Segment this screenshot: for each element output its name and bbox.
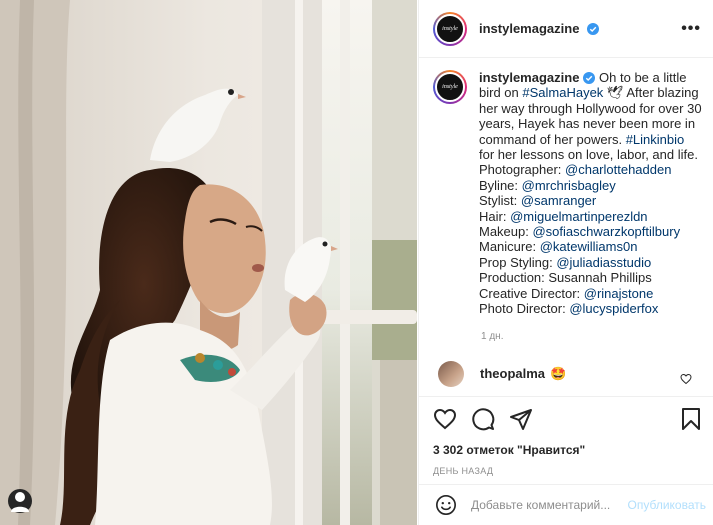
- publish-button[interactable]: Опубликовать: [628, 498, 706, 512]
- credit-line: Photographer: @charlottehadden: [479, 162, 702, 177]
- emoji-icon[interactable]: [435, 494, 457, 516]
- credit-line: Creative Director: @rinajstone: [479, 286, 702, 301]
- credit-label: Makeup:: [479, 224, 533, 240]
- credit-line: Manicure: @katewilliams0n: [479, 239, 702, 254]
- credit-label: Manicure:: [479, 239, 540, 255]
- credit-handle-link[interactable]: @samranger: [521, 193, 596, 208]
- commenter-avatar[interactable]: [438, 360, 464, 387]
- credit-handle-link[interactable]: @katewilliams0n: [540, 239, 638, 254]
- verified-badge-icon: [587, 23, 600, 35]
- comment-text: 🤩: [550, 365, 567, 381]
- author-avatar[interactable]: instyle: [433, 11, 467, 46]
- credit-label: Photographer:: [479, 162, 566, 178]
- credit-handle-link[interactable]: @mrchrisbagley: [522, 178, 616, 193]
- caption-timestamp[interactable]: 1 дн.: [481, 331, 702, 342]
- post-date[interactable]: ДЕНЬ НАЗАД: [433, 466, 702, 476]
- caption-author-avatar[interactable]: instyle: [433, 70, 467, 104]
- caption-outro: for her lessons on love, labor, and life…: [479, 147, 698, 163]
- credit-handle-link[interactable]: @rinajstone: [584, 286, 654, 301]
- comment-bubble-icon: [472, 408, 495, 431]
- post-photo[interactable]: [0, 0, 417, 525]
- post-header: instyle instylemagazine •••: [419, 0, 713, 58]
- credit-handle-link[interactable]: @sofiaschwarzkopftilbury: [532, 224, 680, 239]
- credit-label: Hair:: [479, 208, 511, 224]
- comment-like-heart-icon[interactable]: [680, 373, 692, 385]
- comment-item: theopalma 🤩: [433, 360, 702, 387]
- caption-text: instylemagazine Oh to be a little bird o…: [479, 70, 702, 317]
- credit-line: Hair: @miguelmartinperezldn: [479, 209, 702, 224]
- bookmark-icon: [682, 408, 700, 430]
- more-options-button[interactable]: •••: [681, 20, 701, 38]
- likes-count[interactable]: 3 302 отметок "Нравится": [433, 443, 702, 457]
- tagged-users-icon[interactable]: [8, 489, 32, 513]
- credit-line: Photo Director: @lucyspiderfox: [479, 301, 702, 316]
- caption-username[interactable]: instylemagazine: [479, 70, 579, 85]
- avatar-logo-text: instyle: [442, 25, 458, 32]
- caption: instyle instylemagazine Oh to be a littl…: [433, 70, 702, 317]
- credit-line: Stylist: @samranger: [479, 193, 702, 208]
- comment-input[interactable]: [471, 498, 621, 512]
- action-buttons-row: [433, 405, 702, 433]
- add-comment-bar: Опубликовать: [419, 484, 713, 525]
- like-button[interactable]: [433, 407, 457, 431]
- credit-handle-link[interactable]: @lucyspiderfox: [569, 301, 658, 316]
- hashtag-linkinbio-link[interactable]: #Linkinbio: [626, 132, 685, 147]
- credit-handle-link[interactable]: @charlottehadden: [565, 162, 671, 177]
- photo-illustration: [0, 0, 417, 525]
- save-button[interactable]: [680, 407, 702, 431]
- credit-label: Byline:: [479, 177, 522, 193]
- credit-handle-link[interactable]: @miguelmartinperezldn: [510, 209, 647, 224]
- credit-label: Prop Styling:: [479, 254, 557, 270]
- comment-button[interactable]: [471, 407, 495, 431]
- person-icon: [11, 492, 29, 512]
- credit-line: Production: Susannah Phillips: [479, 270, 702, 285]
- author-username[interactable]: instylemagazine: [479, 21, 600, 36]
- paper-plane-icon: [510, 409, 532, 430]
- credit-line: Byline: @mrchrisbagley: [479, 178, 702, 193]
- post-panel: instyle instylemagazine ••• instyle inst…: [418, 0, 713, 525]
- commenter-username[interactable]: theopalma: [480, 366, 545, 381]
- heart-icon: [433, 408, 457, 430]
- credit-label: Production: Susannah Phillips: [479, 270, 652, 286]
- post-actions: 3 302 отметок "Нравится" ДЕНЬ НАЗАД: [419, 396, 713, 476]
- caption-scroll-area[interactable]: instyle instylemagazine Oh to be a littl…: [419, 70, 713, 396]
- credit-line: Prop Styling: @juliadiasstudio: [479, 255, 702, 270]
- caption-verified-badge-icon: [583, 72, 596, 84]
- credit-handle-link[interactable]: @juliadiasstudio: [556, 255, 651, 270]
- credit-label: Creative Director:: [479, 285, 584, 301]
- credit-line: Makeup: @sofiaschwarzkopftilbury: [479, 224, 702, 239]
- share-button[interactable]: [509, 407, 533, 431]
- caption-avatar-logo-text: instyle: [442, 84, 458, 90]
- credit-label: Stylist:: [479, 193, 521, 209]
- credit-label: Photo Director:: [479, 301, 570, 317]
- hashtag-salmahayek-link[interactable]: #SalmaHayek: [522, 85, 603, 100]
- author-username-text[interactable]: instylemagazine: [479, 21, 579, 36]
